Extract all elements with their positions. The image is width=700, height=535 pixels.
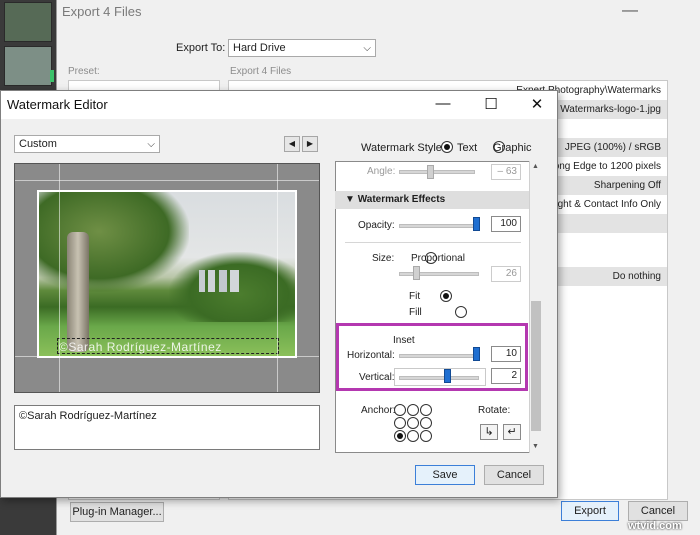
opacity-value[interactable]: 100 bbox=[491, 216, 521, 232]
anchor-bottom-center-radio[interactable] bbox=[407, 430, 419, 442]
filmstrip-thumb bbox=[4, 2, 52, 42]
anchor-center-radio[interactable] bbox=[407, 417, 419, 429]
angle-slider-thumb bbox=[427, 165, 434, 179]
guide-line bbox=[15, 180, 319, 181]
files-label: Export 4 Files bbox=[230, 66, 292, 77]
scroll-up-icon[interactable]: ▲ bbox=[532, 163, 539, 170]
watermark-overlay-text: ©Sarah Rodríguez-Martínez bbox=[59, 340, 222, 354]
cancel-button[interactable]: Cancel bbox=[484, 465, 544, 485]
guide-line bbox=[15, 356, 319, 357]
style-text-label: Text bbox=[457, 142, 478, 154]
export-cancel-button[interactable]: Cancel bbox=[628, 501, 688, 521]
watermark-editor-title: Watermark Editor bbox=[7, 97, 108, 112]
anchor-middle-right-radio[interactable] bbox=[420, 417, 432, 429]
anchor-bottom-right-radio[interactable] bbox=[420, 430, 432, 442]
scroll-down-icon[interactable]: ▼ bbox=[532, 443, 539, 450]
watermark-preview[interactable]: ©Sarah Rodríguez-Martínez bbox=[14, 163, 320, 393]
minimize-icon[interactable]: — bbox=[622, 2, 638, 20]
arrow-left-icon: ◀ bbox=[288, 139, 296, 148]
inset-highlight-box bbox=[336, 323, 528, 391]
size-slider-thumb bbox=[413, 266, 420, 280]
anchor-bottom-left-radio[interactable] bbox=[394, 430, 406, 442]
anchor-middle-left-radio[interactable] bbox=[394, 417, 406, 429]
export-to-value: Hard Drive bbox=[233, 42, 286, 54]
close-icon[interactable]: ✕ bbox=[527, 95, 547, 113]
scrollbar-thumb[interactable] bbox=[531, 301, 541, 431]
angle-label: Angle: bbox=[367, 166, 396, 177]
next-image-button[interactable]: ▶ bbox=[302, 136, 318, 152]
divider bbox=[345, 242, 521, 243]
site-watermark: wtvid.com bbox=[628, 520, 682, 532]
rotate-right-button[interactable]: ↳ bbox=[480, 424, 498, 440]
chevron-down-icon: ⌵ bbox=[363, 43, 371, 54]
watermark-preset-value: Custom bbox=[19, 138, 57, 150]
style-text-radio[interactable] bbox=[441, 141, 453, 153]
city-skyline bbox=[199, 270, 239, 292]
anchor-top-center-radio[interactable] bbox=[407, 404, 419, 416]
rotate-right-icon: ↳ bbox=[484, 426, 494, 438]
anchor-top-right-radio[interactable] bbox=[420, 404, 432, 416]
watermark-effects-title: Watermark Effects bbox=[357, 194, 446, 205]
export-to-select[interactable]: Hard Drive ⌵ bbox=[228, 39, 376, 57]
watermark-style-label: Watermark Style: bbox=[361, 142, 445, 154]
anchor-grid bbox=[394, 404, 434, 444]
style-graphic-label: Graphic bbox=[493, 142, 532, 154]
tree-canopy bbox=[39, 192, 189, 292]
triangle-down-icon: ▼ bbox=[345, 194, 355, 205]
export-button[interactable]: Export bbox=[561, 501, 619, 521]
arrow-right-icon: ▶ bbox=[306, 139, 314, 148]
preset-label: Preset: bbox=[68, 66, 100, 77]
guide-line bbox=[277, 164, 278, 392]
angle-value: – 63 bbox=[491, 164, 521, 180]
opacity-slider[interactable] bbox=[399, 224, 479, 228]
preview-photo: ©Sarah Rodríguez-Martínez bbox=[37, 190, 297, 358]
rotate-left-button[interactable]: ↵ bbox=[503, 424, 521, 440]
size-value: 26 bbox=[491, 266, 521, 282]
maximize-icon[interactable]: ☐ bbox=[481, 95, 501, 113]
export-dialog-title: Export 4 Files bbox=[62, 4, 142, 19]
minimize-icon[interactable]: — bbox=[433, 95, 453, 112]
size-proportional-label: Proportional bbox=[411, 253, 465, 264]
size-slider bbox=[399, 272, 479, 276]
export-to-label: Export To: bbox=[176, 42, 226, 54]
chevron-down-icon: ⌵ bbox=[147, 139, 155, 150]
tree-trunk bbox=[67, 232, 89, 352]
rotate-label: Rotate: bbox=[478, 405, 511, 416]
previous-image-button[interactable]: ◀ bbox=[284, 136, 300, 152]
watermark-preset-select[interactable]: Custom ⌵ bbox=[14, 135, 160, 153]
rotate-left-icon: ↵ bbox=[507, 426, 517, 438]
guide-line bbox=[59, 164, 60, 392]
plugin-manager-button[interactable]: Plug-in Manager... bbox=[70, 502, 164, 522]
size-fill-label: Fill bbox=[409, 307, 422, 318]
watermark-effects-header[interactable]: ▼ Watermark Effects bbox=[335, 191, 529, 209]
anchor-label: Anchor: bbox=[361, 405, 396, 416]
filmstrip-thumb bbox=[4, 46, 52, 86]
save-button[interactable]: Save bbox=[415, 465, 475, 485]
size-label: Size: bbox=[372, 253, 395, 264]
watermark-text-input[interactable]: ©Sarah Rodríguez-Martínez bbox=[14, 405, 320, 450]
size-fit-label: Fit bbox=[409, 291, 421, 302]
anchor-top-left-radio[interactable] bbox=[394, 404, 406, 416]
watermark-editor-dialog: Watermark Editor — ☐ ✕ Custom ⌵ ◀ ▶ ©Sar… bbox=[0, 90, 558, 498]
angle-slider bbox=[399, 170, 475, 174]
selection-marker bbox=[50, 70, 54, 82]
opacity-slider-thumb[interactable] bbox=[473, 217, 480, 231]
opacity-label: Opacity: bbox=[358, 220, 395, 231]
